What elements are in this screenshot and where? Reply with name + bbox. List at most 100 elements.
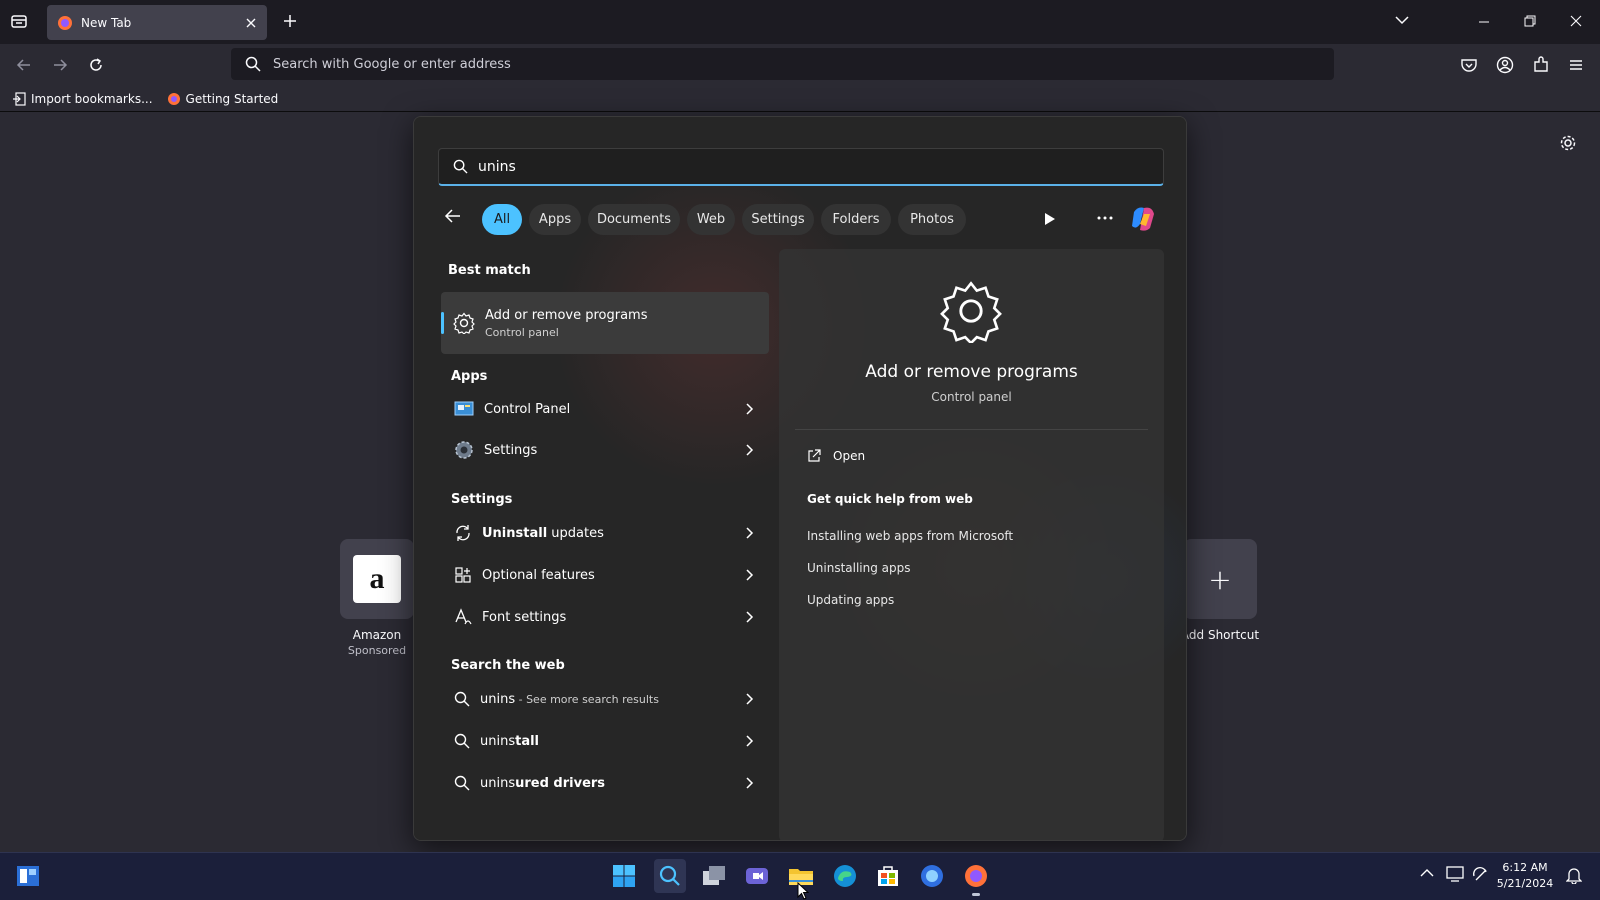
optional-features-icon xyxy=(454,566,472,584)
search-icon xyxy=(454,691,470,707)
settings-result-uninstall-updates[interactable]: Uninstall updates xyxy=(442,513,770,553)
microsoft-store-icon[interactable] xyxy=(874,862,902,890)
chevron-right-icon[interactable] xyxy=(746,611,754,623)
amazon-icon: a xyxy=(353,555,401,603)
gear-icon[interactable] xyxy=(1559,134,1577,152)
bookmark-import[interactable]: Import bookmarks... xyxy=(12,92,153,106)
filter-apps[interactable]: Apps xyxy=(529,204,581,235)
notifications-bell-icon[interactable] xyxy=(1566,866,1582,884)
firefox-icon[interactable] xyxy=(962,862,990,890)
search-icon xyxy=(245,56,261,72)
network-display-icon[interactable] xyxy=(1446,866,1464,882)
best-match-title: Add or remove programs xyxy=(485,307,648,323)
search-web-heading: Search the web xyxy=(451,658,565,673)
url-bar[interactable]: Search with Google or enter address xyxy=(231,48,1334,80)
tab-list-icon[interactable] xyxy=(10,12,28,30)
chevron-right-icon[interactable] xyxy=(746,527,754,539)
settings-result-optional-features[interactable]: Optional features xyxy=(442,555,770,595)
gear-icon xyxy=(939,279,1003,343)
filter-photos[interactable]: Photos xyxy=(898,204,966,235)
chevron-right-icon[interactable] xyxy=(746,777,754,789)
tab-title: New Tab xyxy=(81,15,132,30)
copilot-icon[interactable] xyxy=(1128,204,1158,234)
open-external-icon xyxy=(807,449,821,463)
detail-title: Add or remove programs xyxy=(865,362,1078,382)
system-clock[interactable]: 6:12 AM 5/21/2024 xyxy=(1485,860,1565,892)
reload-icon[interactable] xyxy=(88,57,104,73)
extensions-icon[interactable] xyxy=(1532,56,1550,74)
start-windows-icon[interactable] xyxy=(610,862,638,890)
shortcut-add[interactable]: + xyxy=(1183,539,1257,619)
search-taskbar-icon[interactable] xyxy=(654,859,686,893)
pocket-icon[interactable] xyxy=(1460,56,1478,74)
font-icon xyxy=(454,608,472,626)
back-icon[interactable] xyxy=(16,57,32,73)
open-action[interactable]: Open xyxy=(807,449,865,463)
best-match-heading: Best match xyxy=(448,263,531,278)
apps-heading: Apps xyxy=(451,369,488,384)
help-link[interactable]: Updating apps xyxy=(807,593,894,607)
close-tab-icon[interactable] xyxy=(245,17,257,29)
search-input[interactable] xyxy=(478,158,1078,175)
filter-web[interactable]: Web xyxy=(687,204,735,235)
control-panel-icon xyxy=(454,400,474,418)
shortcut-amazon[interactable]: a xyxy=(340,539,414,619)
app-result-control-panel[interactable]: Control Panel xyxy=(442,389,770,429)
help-heading: Get quick help from web xyxy=(807,492,973,506)
firefox-icon xyxy=(167,92,181,106)
tab-overflow-chevron-icon[interactable] xyxy=(1395,15,1409,25)
task-view-icon[interactable] xyxy=(700,862,728,890)
chevron-right-icon[interactable] xyxy=(746,403,754,415)
detail-pane: Add or remove programs Control panel Ope… xyxy=(779,249,1164,840)
search-box[interactable] xyxy=(438,148,1164,186)
divider xyxy=(795,429,1148,430)
more-options-icon[interactable] xyxy=(1097,215,1113,221)
help-link[interactable]: Uninstalling apps xyxy=(807,561,911,575)
chevron-right-icon[interactable] xyxy=(746,735,754,747)
firefox-icon xyxy=(57,15,73,31)
detail-subtitle: Control panel xyxy=(931,390,1012,404)
play-icon[interactable] xyxy=(1044,212,1056,226)
forward-icon[interactable] xyxy=(52,57,68,73)
new-tab-plus-icon[interactable] xyxy=(283,14,297,28)
search-icon xyxy=(454,733,470,749)
app-result-settings[interactable]: Settings xyxy=(442,430,770,470)
chevron-right-icon[interactable] xyxy=(746,569,754,581)
back-arrow-icon[interactable] xyxy=(444,207,462,225)
chevron-right-icon[interactable] xyxy=(746,444,754,456)
web-result[interactable]: uninsured drivers xyxy=(442,763,770,803)
clock-date: 5/21/2024 xyxy=(1496,877,1554,890)
filter-settings[interactable]: Settings xyxy=(742,204,814,235)
firefox-dev-icon[interactable] xyxy=(918,862,946,890)
best-match-result[interactable]: Add or remove programs Control panel xyxy=(441,292,769,354)
meet-video-icon[interactable] xyxy=(743,862,771,890)
edge-icon[interactable] xyxy=(831,862,859,890)
close-window-icon[interactable] xyxy=(1570,15,1582,27)
filter-folders[interactable]: Folders xyxy=(821,204,891,235)
url-placeholder: Search with Google or enter address xyxy=(273,56,511,72)
running-indicator xyxy=(972,893,980,896)
clock-time: 6:12 AM xyxy=(1502,861,1548,874)
best-match-subtitle: Control panel xyxy=(485,325,559,339)
bookmark-getting-started[interactable]: Getting Started xyxy=(167,92,278,106)
help-link[interactable]: Installing web apps from Microsoft xyxy=(807,529,1013,543)
menu-hamburger-icon[interactable] xyxy=(1568,57,1584,73)
filter-documents[interactable]: Documents xyxy=(588,204,680,235)
widgets-icon[interactable] xyxy=(14,862,42,890)
settings-result-font-settings[interactable]: Font settings xyxy=(442,597,770,637)
tab-new-tab[interactable]: New Tab xyxy=(47,5,267,40)
chevron-right-icon[interactable] xyxy=(746,693,754,705)
search-icon xyxy=(454,775,470,791)
search-icon xyxy=(453,159,468,174)
mouse-cursor-icon xyxy=(797,882,809,900)
web-result[interactable]: unins - See more search results xyxy=(442,679,770,719)
restore-icon[interactable] xyxy=(1524,15,1536,27)
web-result[interactable]: uninstall xyxy=(442,721,770,761)
minimize-icon[interactable] xyxy=(1478,16,1490,28)
gear-icon xyxy=(453,312,475,334)
tab-bar: New Tab xyxy=(0,0,1600,44)
chevron-up-icon[interactable] xyxy=(1420,868,1434,878)
settings-app-icon xyxy=(454,440,474,460)
account-icon[interactable] xyxy=(1496,56,1514,74)
filter-all[interactable]: All xyxy=(482,204,522,235)
